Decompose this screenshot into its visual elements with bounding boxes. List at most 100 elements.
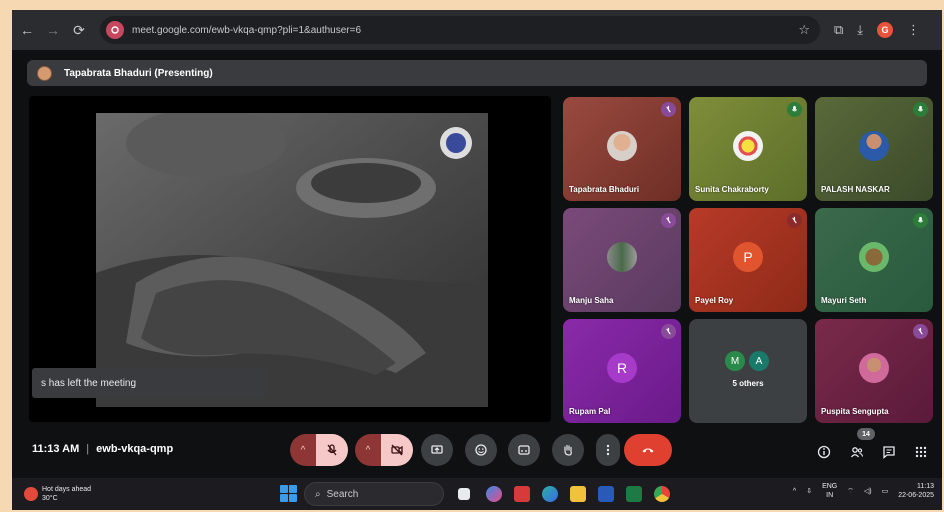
browser-menu-icon[interactable]: ⋮ [907,22,920,38]
chat-button[interactable] [880,443,898,461]
meeting-time: 11:13 AM [32,443,80,455]
usb-icon[interactable]: ⇩ [806,487,812,495]
participant-tile[interactable]: P Payel Roy [689,208,807,312]
shared-screen-image [96,113,488,407]
mic-on-icon [913,213,928,228]
clock-time: 11:13 [917,483,934,490]
presenter-avatar [37,65,52,81]
region-code: IN [826,492,834,499]
others-tile[interactable]: M A 5 others [689,319,807,423]
reactions-button[interactable] [465,434,497,466]
toggle-mic-button[interactable] [316,434,348,466]
profile-avatar[interactable]: G [877,22,894,38]
edge-icon[interactable] [542,486,558,502]
task-view-icon[interactable] [458,488,470,500]
extensions-icon[interactable]: ⧉ [834,22,843,38]
volume-icon[interactable]: ◁) [864,487,872,495]
participant-avatar [859,242,889,272]
presenting-label: Tapabrata Bhaduri (Presenting) [64,67,213,79]
participant-initial: R [607,353,637,383]
participant-name: PALASH NASKAR [821,185,890,194]
participant-tile[interactable]: R Rupam Pal [563,319,681,423]
participant-name: Rupam Pal [569,407,611,416]
weather-alert-icon [24,487,38,501]
meeting-details-button[interactable] [815,443,833,461]
info-icon [817,445,831,459]
meet-window: ← → ⟳ meet.google.com/ewb-vkqa-qmp?pli=1… [12,10,942,510]
mic-off-icon [913,324,928,339]
leave-call-button[interactable] [624,434,672,466]
others-initial: A [749,351,769,371]
site-info-icon[interactable] [106,21,124,39]
search-placeholder: Search [326,488,359,500]
weather-widget[interactable]: Hot days ahead 30°C [24,485,91,503]
raise-hand-button[interactable] [552,434,584,466]
reload-icon[interactable]: ⟳ [68,22,90,39]
end-call-icon [642,448,654,453]
participant-name: Manju Saha [569,296,614,305]
participant-name: Tapabrata Bhaduri [569,185,640,194]
excel-icon[interactable] [626,486,642,502]
more-options-button[interactable] [596,434,620,466]
mic-off-icon [661,213,676,228]
people-icon [850,447,864,458]
wifi-icon[interactable]: ⌔ [847,487,854,496]
download-icon[interactable]: ⤓ [857,22,863,38]
participant-avatar [607,131,637,161]
meeting-info: 11:13 AM | ewb-vkqa-qmp [32,443,173,455]
more-vert-icon [606,444,610,456]
chrome-icon[interactable] [654,486,670,502]
toggle-camera-button[interactable] [381,434,413,466]
participant-tile[interactable]: PALASH NASKAR [815,97,933,201]
activities-button[interactable] [912,443,930,461]
address-bar[interactable]: meet.google.com/ewb-vkqa-qmp?pli=1&authu… [100,16,820,44]
participant-count-badge: 14 [857,428,875,440]
weather-temp: 30°C [42,495,58,502]
hand-icon [564,444,572,456]
search-icon: ⌕ [315,488,321,500]
word-icon[interactable] [598,486,614,502]
camera-options-button[interactable]: ^ [355,434,381,466]
back-arrow-icon[interactable]: ← [16,22,38,38]
participant-tile[interactable]: Tapabrata Bhaduri [563,97,681,201]
language-indicator[interactable]: ENG IN [822,482,837,500]
left-meeting-toast: s has left the meeting [32,368,266,398]
weather-title: Hot days ahead [42,486,92,493]
participant-avatar [859,131,889,161]
grid-icon [915,446,927,458]
people-button[interactable] [848,443,866,461]
present-screen-button[interactable] [421,434,453,466]
participant-name: Payel Roy [695,296,734,305]
participant-avatar [607,242,637,272]
copilot-icon[interactable] [486,486,502,502]
battery-icon[interactable]: ▭ [882,487,889,495]
windows-start-icon[interactable] [280,485,297,502]
others-avatars: M A [725,351,769,371]
participant-name: Sunita Chakraborty [695,185,769,194]
mic-off-icon [787,213,802,228]
mic-off-icon [327,444,337,456]
participant-tile[interactable]: Sunita Chakraborty [689,97,807,201]
participant-initial: P [733,242,763,272]
bookmark-star-icon[interactable]: ☆ [798,22,810,38]
captions-button[interactable] [508,434,540,466]
clock[interactable]: 11:13 22-06-2025 [898,482,934,500]
mic-off-icon [661,324,676,339]
chat-icon [883,446,895,459]
participant-avatar [859,353,889,383]
taskbar-search[interactable]: ⌕ Search [304,482,444,506]
windows-taskbar: Hot days ahead 30°C ⌕ Search ^ ⇩ ENG IN … [12,478,942,510]
mic-off-icon [661,102,676,117]
pdf-app-icon[interactable] [514,486,530,502]
participant-tile[interactable]: Mayuri Seth [815,208,933,312]
meeting-code: ewb-vkqa-qmp [96,443,174,455]
file-explorer-icon[interactable] [570,486,586,502]
participant-tile[interactable]: Puspita Sengupta [815,319,933,423]
mic-options-button[interactable]: ^ [290,434,316,466]
participant-tile[interactable]: Manju Saha [563,208,681,312]
info-separator: | [86,443,90,455]
mic-on-icon [913,102,928,117]
tray-chevron-icon[interactable]: ^ [793,488,796,495]
forward-arrow-icon[interactable]: → [42,22,64,38]
presenting-bar: Tapabrata Bhaduri (Presenting) [27,60,927,86]
